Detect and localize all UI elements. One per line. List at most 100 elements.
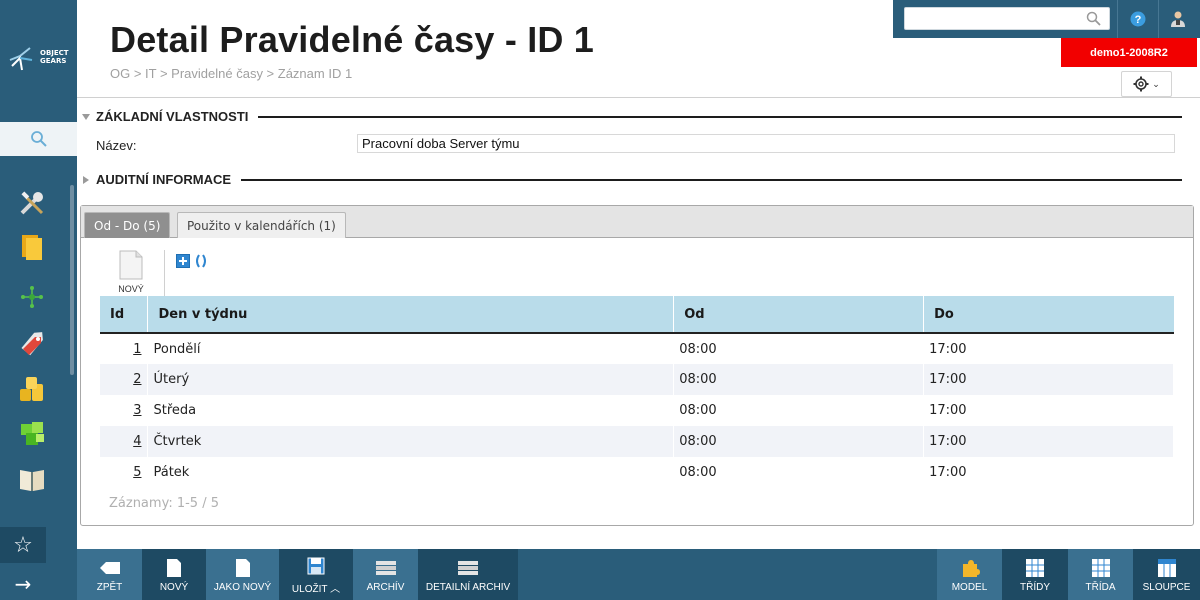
section-title: ZÁKLADNÍ VLASTNOSTI: [96, 109, 249, 124]
row-from: 08:00: [673, 457, 925, 488]
row-to: 17:00: [923, 457, 1174, 488]
favorites-button[interactable]: ☆: [0, 527, 46, 563]
table-row[interactable]: 5 Pátek 08:00 17:00: [100, 457, 1174, 488]
chevron-down-icon: ⌄: [1152, 78, 1160, 89]
table-row[interactable]: 1 Pondělí 08:00 17:00: [100, 333, 1174, 364]
row-id[interactable]: 3: [133, 403, 141, 418]
user-menu-button[interactable]: [1164, 6, 1192, 32]
row-day: Pátek: [147, 457, 675, 488]
row-id[interactable]: 5: [133, 465, 141, 480]
section-rule: [241, 178, 1182, 181]
column-header-day[interactable]: Den v týdnu: [147, 296, 675, 334]
row-id-link[interactable]: 2: [100, 364, 149, 395]
columns-button[interactable]: SLOUPCE: [1133, 549, 1200, 600]
detail-archive-label: DETAILNÍ ARCHIV: [425, 581, 511, 593]
new-button[interactable]: NOVÝ: [142, 549, 206, 600]
settings-menu-button[interactable]: ⌄: [1121, 71, 1172, 97]
as-new-button[interactable]: JAKO NOVÝ: [206, 549, 279, 600]
sidebar-item-folders[interactable]: [16, 232, 48, 264]
new-document-icon: [119, 250, 143, 280]
row-id-link[interactable]: 5: [100, 457, 149, 488]
expand-sidebar-button[interactable]: →: [0, 566, 46, 600]
svg-text:?: ?: [1135, 14, 1142, 26]
coins-icon: [20, 377, 43, 401]
row-id[interactable]: 2: [133, 372, 141, 387]
name-field[interactable]: [357, 134, 1175, 153]
new-record-button[interactable]: NOVÝ: [109, 250, 153, 298]
classes-label: TŘÍDY: [1020, 581, 1050, 593]
sidebar-item-tags[interactable]: [16, 326, 48, 358]
row-id[interactable]: 4: [133, 434, 141, 449]
table-icon: [1091, 558, 1110, 577]
table-row[interactable]: 2 Úterý 08:00 17:00: [100, 364, 1174, 395]
as-new-label: JAKO NOVÝ: [213, 581, 272, 593]
copy-document-icon: [235, 558, 250, 577]
global-search-input[interactable]: [904, 7, 1110, 30]
row-id-link[interactable]: 1: [100, 333, 149, 364]
sidebar-scrollbar[interactable]: [70, 185, 74, 375]
sidebar-search-button[interactable]: [0, 122, 77, 156]
classes-button[interactable]: TŘÍDY: [1002, 549, 1068, 600]
column-header-id[interactable]: Id: [100, 296, 149, 334]
table-row[interactable]: 3 Středa 08:00 17:00: [100, 395, 1174, 426]
row-id-link[interactable]: 4: [100, 426, 149, 457]
star-icon: ☆: [13, 532, 33, 558]
object-gears-logo[interactable]: OBJECT GEARS: [8, 46, 72, 72]
row-id[interactable]: 1: [133, 342, 141, 357]
archive-icon: [375, 560, 396, 575]
back-button[interactable]: ZPĚT: [77, 549, 142, 600]
class-button[interactable]: TŘÍDA: [1068, 549, 1133, 600]
help-button[interactable]: ?: [1124, 6, 1152, 32]
class-label: TŘÍDA: [1085, 581, 1116, 593]
sidebar-item-documentation[interactable]: [16, 463, 48, 495]
chevron-up-icon[interactable]: ︿: [330, 584, 340, 595]
sidebar-item-finance[interactable]: [16, 372, 48, 404]
detail-archive-icon: [458, 560, 478, 575]
archive-button[interactable]: ARCHÍV: [353, 549, 418, 600]
detail-archive-button[interactable]: DETAILNÍ ARCHIV: [418, 549, 518, 600]
folder-icon: [22, 235, 42, 260]
network-icon: [21, 286, 43, 308]
new-label: NOVÝ: [159, 581, 189, 593]
back-label: ZPĚT: [96, 581, 123, 593]
row-day: Úterý: [147, 364, 675, 395]
save-label-row: ULOŽIT ︿: [292, 580, 340, 595]
row-to: 17:00: [923, 333, 1174, 364]
left-sidebar: OBJECT GEARS ☆ →: [0, 0, 77, 600]
section-basic-properties[interactable]: ZÁKLADNÍ VLASTNOSTI: [82, 109, 1182, 124]
sidebar-item-tools[interactable]: [16, 187, 48, 219]
section-audit-information[interactable]: AUDITNÍ INFORMACE: [82, 172, 1182, 187]
add-icon[interactable]: [176, 254, 190, 268]
floppy-disk-icon: [307, 557, 325, 574]
row-from: 08:00: [673, 333, 925, 364]
new-document-icon: [167, 558, 181, 577]
toolbar-separator: [164, 250, 165, 296]
row-id-link[interactable]: 3: [100, 395, 149, 426]
archive-label: ARCHÍV: [366, 581, 405, 593]
tag-icon: [21, 332, 43, 356]
gear-icon: [1133, 76, 1149, 92]
breadcrumb[interactable]: OG > IT > Pravidelné časy > Záznam ID 1: [110, 66, 352, 81]
row-day: Pondělí: [147, 333, 675, 364]
parentheses-icon[interactable]: [194, 254, 208, 268]
logo-text: OBJECT GEARS: [40, 49, 69, 65]
tab-used-in-calendars[interactable]: Použito v kalendářích (1): [177, 212, 346, 238]
row-day: Středa: [147, 395, 675, 426]
expand-triangle-icon: [83, 175, 89, 184]
logo-mark-icon: [9, 47, 33, 71]
column-header-to[interactable]: Do: [923, 296, 1174, 334]
save-button[interactable]: ULOŽIT ︿: [279, 549, 353, 600]
section-rule: [258, 115, 1182, 118]
column-header-from[interactable]: Od: [673, 296, 925, 334]
tabs-panel: Od - Do (5) Použito v kalendářích (1) NO…: [80, 205, 1194, 526]
search-icon[interactable]: [1086, 11, 1101, 26]
columns-icon: [1157, 558, 1176, 577]
sidebar-item-network[interactable]: [16, 281, 48, 313]
table-row[interactable]: 4 Čtvrtek 08:00 17:00: [100, 426, 1174, 457]
model-label: MODEL: [951, 581, 988, 593]
tab-strip: Od - Do (5) Použito v kalendářích (1): [81, 206, 1193, 238]
tab-od-do[interactable]: Od - Do (5): [84, 212, 171, 238]
model-button[interactable]: MODEL: [937, 549, 1002, 600]
row-to: 17:00: [923, 395, 1174, 426]
sidebar-item-objects[interactable]: [16, 417, 48, 449]
